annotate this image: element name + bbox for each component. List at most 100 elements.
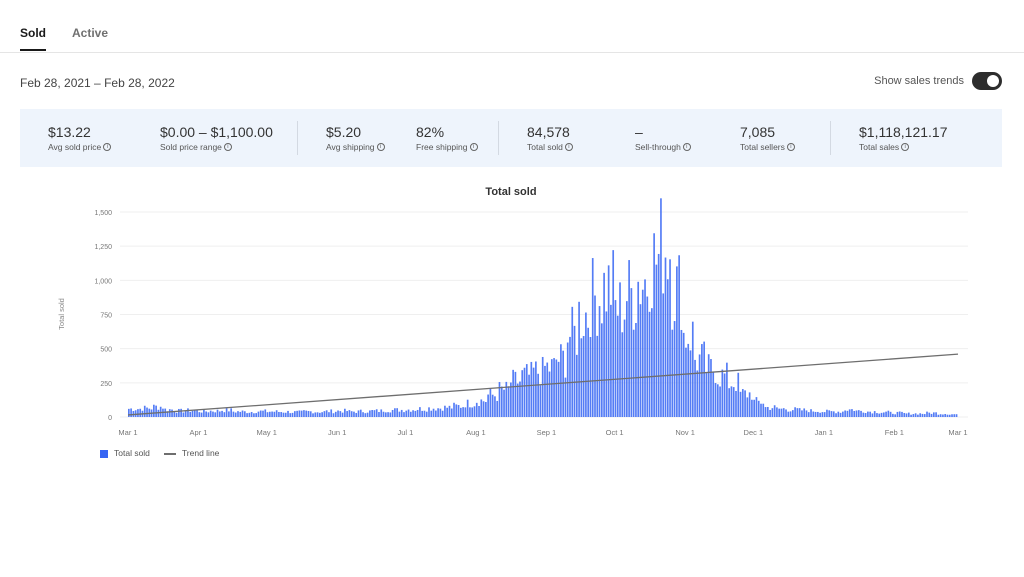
bar bbox=[328, 412, 330, 417]
bar bbox=[544, 365, 546, 417]
bar bbox=[894, 414, 897, 417]
chart-legend: Total sold Trend line bbox=[100, 448, 219, 458]
info-icon[interactable]: i bbox=[376, 143, 385, 151]
bar bbox=[535, 361, 537, 417]
bar bbox=[348, 410, 351, 417]
bar bbox=[657, 253, 660, 417]
bar bbox=[794, 407, 796, 417]
bar bbox=[928, 412, 931, 417]
bar bbox=[639, 304, 642, 417]
stat-label: Sold price range i bbox=[160, 142, 297, 152]
bar bbox=[694, 359, 696, 417]
bar bbox=[491, 394, 494, 417]
bar bbox=[389, 412, 392, 417]
bar bbox=[193, 410, 196, 417]
bar bbox=[921, 413, 924, 417]
bar bbox=[766, 406, 769, 417]
bar bbox=[755, 397, 758, 417]
bar bbox=[757, 400, 760, 417]
bar bbox=[855, 410, 858, 417]
bar bbox=[303, 410, 305, 417]
info-icon[interactable]: i bbox=[682, 143, 691, 151]
info-icon[interactable]: i bbox=[786, 143, 795, 151]
bar bbox=[889, 411, 892, 417]
bar bbox=[259, 410, 262, 417]
info-icon[interactable]: i bbox=[223, 143, 232, 151]
bar bbox=[294, 411, 296, 417]
bar bbox=[780, 408, 783, 417]
bar bbox=[728, 388, 731, 417]
bar bbox=[648, 311, 651, 417]
bar bbox=[805, 410, 808, 417]
bar bbox=[896, 411, 899, 417]
bar bbox=[228, 411, 230, 417]
bar bbox=[569, 336, 571, 417]
bar bbox=[705, 373, 708, 417]
bar bbox=[300, 410, 303, 417]
bar bbox=[748, 392, 751, 417]
bar bbox=[792, 410, 794, 417]
bar bbox=[275, 410, 278, 417]
bar bbox=[464, 407, 467, 417]
x-tick-label: Aug 1 bbox=[466, 428, 486, 437]
bar bbox=[339, 411, 342, 417]
bar bbox=[721, 369, 724, 417]
bar bbox=[771, 408, 774, 417]
bar bbox=[457, 405, 460, 417]
bar bbox=[496, 400, 499, 417]
bar bbox=[448, 405, 451, 417]
bar bbox=[764, 407, 767, 417]
legend-total-sold: Total sold bbox=[100, 448, 150, 458]
bar bbox=[951, 414, 953, 417]
sales-trends-toggle[interactable] bbox=[972, 72, 1002, 90]
bar bbox=[871, 413, 874, 417]
bar bbox=[264, 409, 267, 417]
bar bbox=[898, 411, 901, 417]
bar bbox=[682, 332, 685, 417]
bar bbox=[405, 410, 408, 417]
bar-swatch-icon bbox=[100, 449, 108, 458]
bar bbox=[487, 394, 489, 417]
bar bbox=[312, 413, 314, 417]
bar bbox=[284, 412, 287, 417]
info-icon[interactable]: i bbox=[901, 143, 910, 151]
bar bbox=[243, 411, 246, 417]
bar bbox=[853, 410, 856, 417]
bar bbox=[616, 315, 619, 417]
bar bbox=[548, 371, 551, 417]
bar bbox=[905, 413, 908, 417]
bar bbox=[225, 408, 228, 417]
bar bbox=[175, 412, 178, 417]
bar bbox=[423, 410, 426, 417]
bar bbox=[701, 344, 703, 417]
tab-sold[interactable]: Sold bbox=[20, 26, 46, 51]
line-swatch-icon bbox=[163, 453, 176, 455]
bar bbox=[359, 409, 362, 417]
bar bbox=[541, 356, 544, 417]
info-icon[interactable]: i bbox=[564, 143, 573, 151]
stat-group: 84,578 Total sold i – Sell-through i 7,085 Tota… bbox=[498, 121, 830, 155]
y-axis-label: Total sold bbox=[57, 298, 66, 330]
info-icon[interactable]: i bbox=[469, 143, 478, 151]
bar bbox=[296, 410, 298, 417]
bar bbox=[325, 410, 328, 417]
legend-trend-line: Trend line bbox=[163, 448, 219, 458]
bar bbox=[832, 411, 835, 417]
bar bbox=[580, 338, 583, 417]
bar bbox=[214, 412, 217, 417]
bar bbox=[532, 367, 535, 417]
tab-active[interactable]: Active bbox=[72, 26, 108, 51]
bar bbox=[539, 385, 542, 417]
tab-bar: Sold Active bbox=[20, 26, 108, 51]
bar bbox=[676, 266, 678, 417]
stat-value: $0.00 – $1,100.00 bbox=[160, 124, 273, 140]
bar bbox=[289, 413, 292, 417]
bar bbox=[923, 414, 926, 417]
stat-group: $5.20 Avg shipping i 82% Free shipping i bbox=[297, 121, 498, 155]
bar bbox=[812, 411, 815, 417]
bar bbox=[344, 408, 346, 417]
bar bbox=[762, 403, 765, 417]
bar bbox=[425, 411, 428, 417]
x-tick-label: Mar 1 bbox=[118, 428, 137, 437]
info-icon[interactable]: i bbox=[103, 143, 112, 151]
